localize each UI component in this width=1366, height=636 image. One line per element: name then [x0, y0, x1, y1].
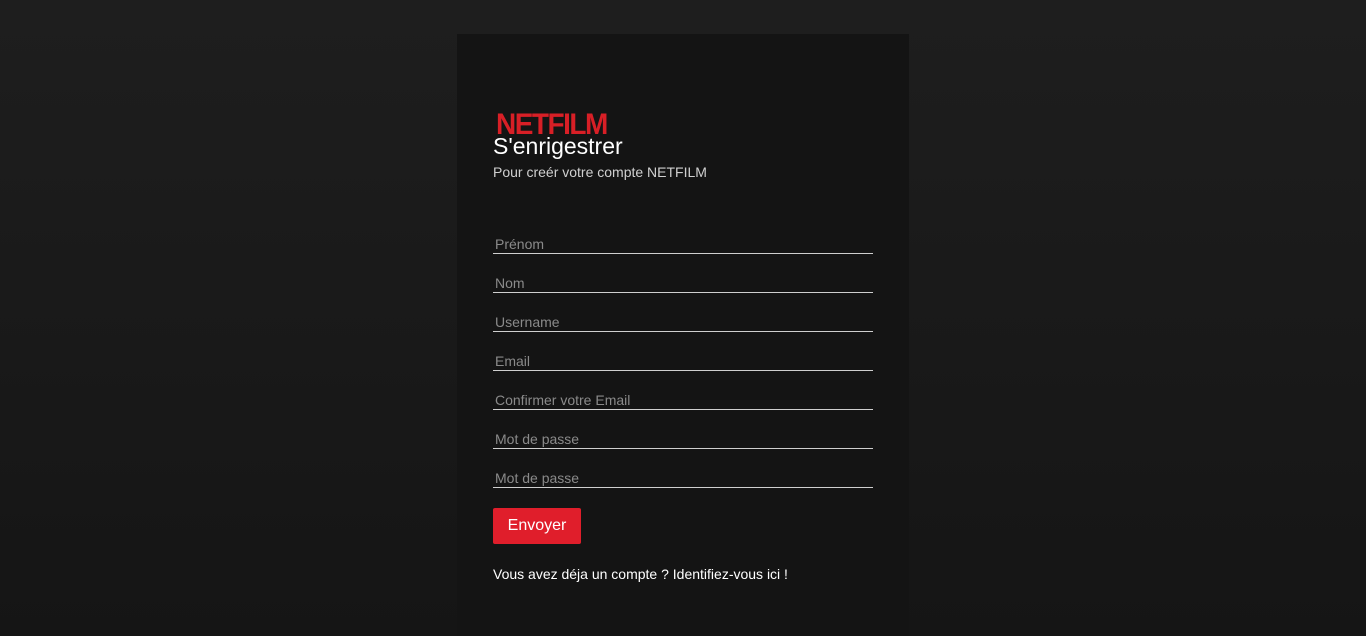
first-name-input[interactable] — [493, 234, 873, 254]
password-input[interactable] — [493, 429, 873, 449]
page-background: NETFILM S'enrigestrer Pour creér votre c… — [0, 0, 1366, 636]
signin-link[interactable]: Vous avez déja un compte ? Identifiez-vo… — [493, 566, 788, 582]
last-name-input[interactable] — [493, 273, 873, 293]
page-title: S'enrigestrer — [493, 133, 623, 159]
username-input[interactable] — [493, 312, 873, 332]
confirm-email-input[interactable] — [493, 390, 873, 410]
signup-card: NETFILM S'enrigestrer Pour creér votre c… — [457, 34, 909, 636]
confirm-password-input[interactable] — [493, 468, 873, 488]
page-subtitle: Pour creér votre compte NETFILM — [493, 164, 707, 180]
email-input[interactable] — [493, 351, 873, 371]
submit-button[interactable]: Envoyer — [493, 508, 581, 544]
